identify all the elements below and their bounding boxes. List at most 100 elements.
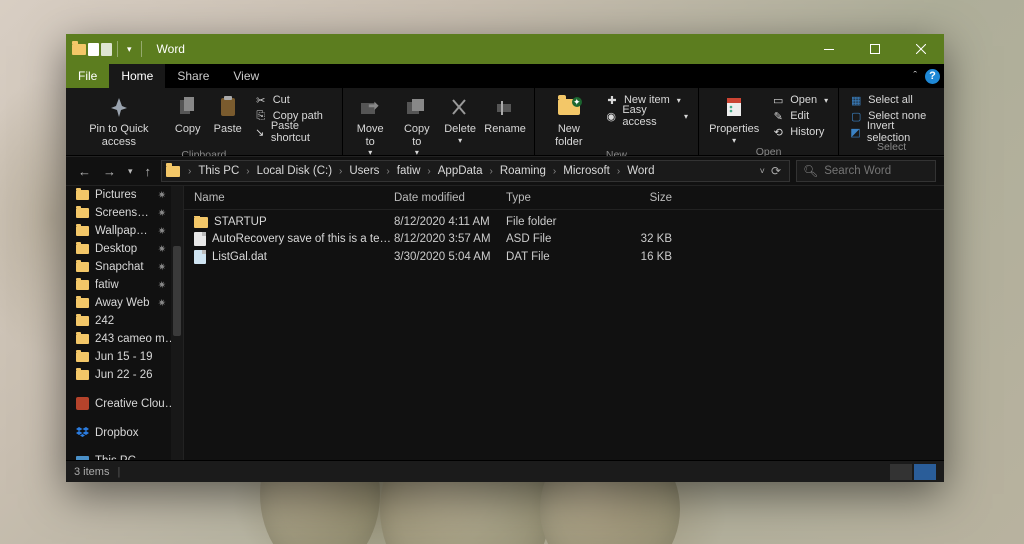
sidebar-item-this-pc[interactable]: This PC (66, 452, 183, 460)
statusbar: 3 items | (66, 460, 944, 482)
file-row[interactable]: STARTUP 8/12/2020 4:11 AMFile folder (184, 214, 944, 230)
pin-to-quick-access-button[interactable]: Pin to Quick access (70, 90, 168, 148)
breadcrumb-segment[interactable]: Users (344, 165, 384, 177)
file-row[interactable]: AutoRecovery save of this is a test docu… (184, 230, 944, 248)
pin-icon: ✷ (154, 242, 167, 256)
paste-shortcut-button[interactable]: ↘Paste shortcut (248, 124, 338, 140)
sidebar-item[interactable]: fatiw✷ (66, 276, 183, 294)
delete-button[interactable]: Delete▾ (440, 90, 481, 145)
sidebar-scrollbar[interactable] (171, 186, 183, 460)
search-box[interactable]: 🔍︎ (796, 160, 936, 182)
breadcrumb-segment[interactable]: This PC (193, 165, 244, 177)
maximize-button[interactable] (852, 34, 898, 64)
chevron-down-icon[interactable]: ▾ (127, 44, 132, 55)
pin-icon: ✷ (154, 224, 167, 238)
file-date: 8/12/2020 4:11 AM (394, 216, 506, 228)
sidebar-item-label: Snapchat (95, 261, 144, 273)
invert-selection-button[interactable]: ◩Invert selection (843, 124, 940, 140)
easy-access-button[interactable]: ◉Easy access ▾ (599, 108, 694, 124)
rename-button[interactable]: Rename (480, 90, 529, 136)
sidebar-item-label: Desktop (95, 243, 137, 255)
new-item-icon: ✚ (605, 94, 619, 107)
column-header-type[interactable]: Type (506, 192, 602, 204)
file-name: STARTUP (214, 216, 267, 228)
file-icon (194, 250, 206, 264)
sidebar-item[interactable]: 243 cameo mass (66, 330, 183, 348)
column-header-size[interactable]: Size (602, 192, 672, 204)
breadcrumb-segment[interactable]: fatiw (392, 165, 426, 177)
copy-button[interactable]: Copy (168, 90, 208, 136)
sidebar-item-dropbox[interactable]: Dropbox (66, 423, 183, 442)
titlebar[interactable]: ▾ Word (66, 34, 944, 64)
search-input[interactable] (824, 165, 929, 177)
tab-view[interactable]: View (221, 64, 271, 88)
properties-button[interactable]: Properties▾ (703, 90, 765, 145)
pin-icon: ✷ (154, 188, 167, 202)
file-date: 3/30/2020 5:04 AM (394, 251, 506, 263)
sidebar-item[interactable]: Pictures✷ (66, 186, 183, 204)
refresh-button[interactable]: ⟳ (771, 164, 781, 178)
new-folder-button[interactable]: ✦ New folder (539, 90, 599, 148)
invert-selection-icon: ◩ (849, 126, 862, 139)
folder-icon (76, 334, 89, 344)
chevron-right-icon: › (488, 166, 495, 177)
tab-home[interactable]: Home (109, 64, 165, 88)
breadcrumb-segment[interactable]: Roaming (495, 165, 551, 177)
tab-share[interactable]: Share (165, 64, 221, 88)
recent-locations-button[interactable]: ▾ (124, 162, 137, 181)
breadcrumb[interactable]: › This PC› Local Disk (C:)› Users› fatiw… (161, 160, 790, 182)
select-all-button[interactable]: ▦Select all (843, 92, 940, 108)
help-icon[interactable]: ? (925, 69, 940, 84)
sidebar-item[interactable]: Away Web✷ (66, 294, 183, 312)
sidebar-item[interactable]: Screenshots✷ (66, 204, 183, 222)
address-dropdown-button[interactable]: ˅ (760, 166, 765, 176)
chevron-down-icon: ▾ (732, 136, 736, 145)
file-row[interactable]: ListGal.dat3/30/2020 5:04 AMDAT File16 K… (184, 248, 944, 266)
history-button[interactable]: ⟲History (765, 124, 834, 140)
move-to-button[interactable]: Move to▾ (347, 90, 394, 157)
file-date: 8/12/2020 3:57 AM (394, 233, 506, 245)
back-button[interactable]: ← (74, 160, 95, 183)
sidebar-item[interactable]: Jun 22 - 26 (66, 366, 183, 384)
forward-button[interactable]: → (99, 160, 120, 183)
sidebar-item[interactable]: Desktop ✷ (66, 240, 183, 258)
sidebar-item-label: 242 (95, 315, 114, 327)
details-view-button[interactable] (890, 464, 912, 480)
select-all-icon: ▦ (849, 94, 863, 107)
minimize-button[interactable] (806, 34, 852, 64)
sidebar-item[interactable]: Wallpapers✷ (66, 222, 183, 240)
file-name: ListGal.dat (212, 251, 267, 263)
breadcrumb-segment[interactable]: Word (622, 165, 659, 177)
edit-button[interactable]: ✎Edit (765, 108, 834, 124)
close-button[interactable] (898, 34, 944, 64)
scrollbar-thumb[interactable] (173, 246, 181, 336)
paste-label: Paste (214, 123, 242, 136)
cut-button[interactable]: ✂Cut (248, 92, 338, 108)
explorer-window: ▾ Word File Home Share View ˆ ? (66, 34, 944, 482)
open-button[interactable]: ▭Open ▾ (765, 92, 834, 108)
sidebar-item-label: fatiw (95, 279, 119, 291)
tab-file[interactable]: File (66, 64, 109, 88)
copy-to-button[interactable]: Copy to▾ (394, 90, 440, 157)
shortcut-icon: ↘ (254, 126, 266, 139)
file-type: File folder (506, 216, 602, 228)
sidebar-item[interactable]: Snapchat✷ (66, 258, 183, 276)
properties-label: Properties (709, 123, 759, 136)
up-button[interactable]: ↑ (141, 160, 156, 183)
icons-view-button[interactable] (914, 464, 936, 480)
sidebar-item[interactable]: Jun 15 - 19 (66, 348, 183, 366)
content-area: Pictures✷Screenshots✷Wallpapers✷ Desktop ✷… (66, 186, 944, 460)
breadcrumb-segment[interactable]: AppData (433, 165, 488, 177)
collapse-ribbon-button[interactable]: ˆ (913, 70, 917, 82)
column-header-date[interactable]: Date modified (394, 192, 506, 204)
breadcrumb-segment[interactable]: Microsoft (558, 165, 615, 177)
sidebar-item[interactable]: 242 (66, 312, 183, 330)
sidebar-item-creative-cloud[interactable]: Creative Cloud Files (66, 394, 183, 413)
paste-button[interactable]: Paste (208, 90, 248, 136)
ribbon: Pin to Quick access Copy Paste ✂Cut ⎘Cop… (66, 88, 944, 156)
breadcrumb-segment[interactable]: Local Disk (C:) (252, 165, 337, 177)
search-icon: 🔍︎ (803, 164, 818, 178)
history-icon: ⟲ (771, 126, 785, 139)
column-header-name[interactable]: Name (194, 192, 394, 204)
move-to-label: Move to (353, 123, 388, 148)
